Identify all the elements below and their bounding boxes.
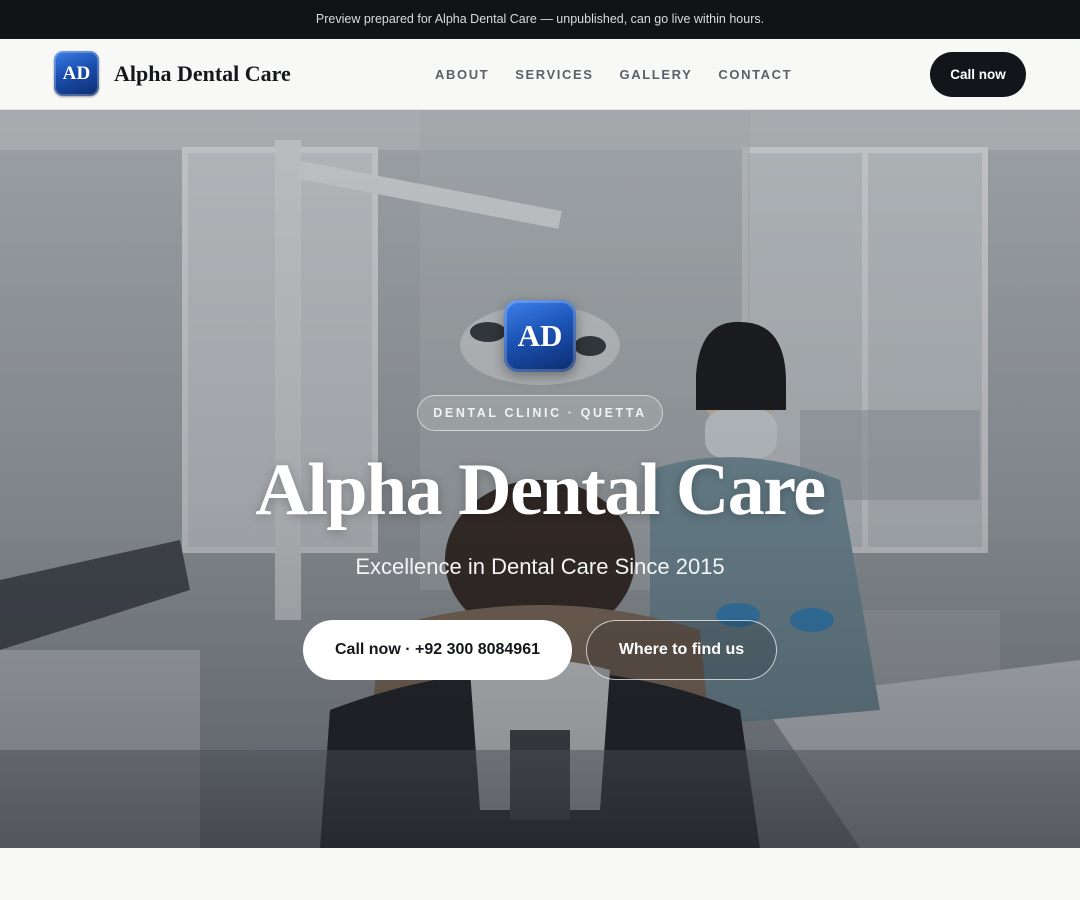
brand-name: Alpha Dental Care [114, 60, 291, 86]
site-header: AD Alpha Dental Care ABOUT SERVICES GALL… [0, 39, 1080, 110]
call-now-button[interactable]: Call now [930, 52, 1026, 97]
preview-banner-text: Preview prepared for Alpha Dental Care —… [315, 12, 765, 26]
where-to-find-us-button[interactable]: Where to find us [586, 620, 777, 680]
logo-badge: AD [54, 51, 99, 96]
next-section [0, 848, 1080, 900]
hero-section: AD DENTAL CLINIC · QUETTA Alpha Dental C… [0, 110, 1080, 848]
nav-contact[interactable]: CONTACT [718, 67, 792, 82]
hero-tagline-pill: DENTAL CLINIC · QUETTA [417, 395, 663, 431]
nav-about[interactable]: ABOUT [435, 67, 489, 82]
preview-banner: Preview prepared for Alpha Dental Care —… [0, 0, 1080, 39]
hero-subtitle: Excellence in Dental Care Since 2015 [355, 554, 725, 579]
hero-logo-badge: AD [504, 300, 576, 372]
call-phone-button[interactable]: Call now · +92 300 8084961 [303, 620, 572, 680]
hero-title: Alpha Dental Care [255, 449, 826, 531]
nav-services[interactable]: SERVICES [515, 67, 593, 82]
logo-initials: AD [62, 62, 91, 84]
nav-gallery[interactable]: GALLERY [620, 67, 693, 82]
brand[interactable]: AD Alpha Dental Care [54, 51, 291, 96]
hero-logo-initials: AD [517, 318, 563, 353]
main-nav: ABOUT SERVICES GALLERY CONTACT [435, 39, 792, 110]
